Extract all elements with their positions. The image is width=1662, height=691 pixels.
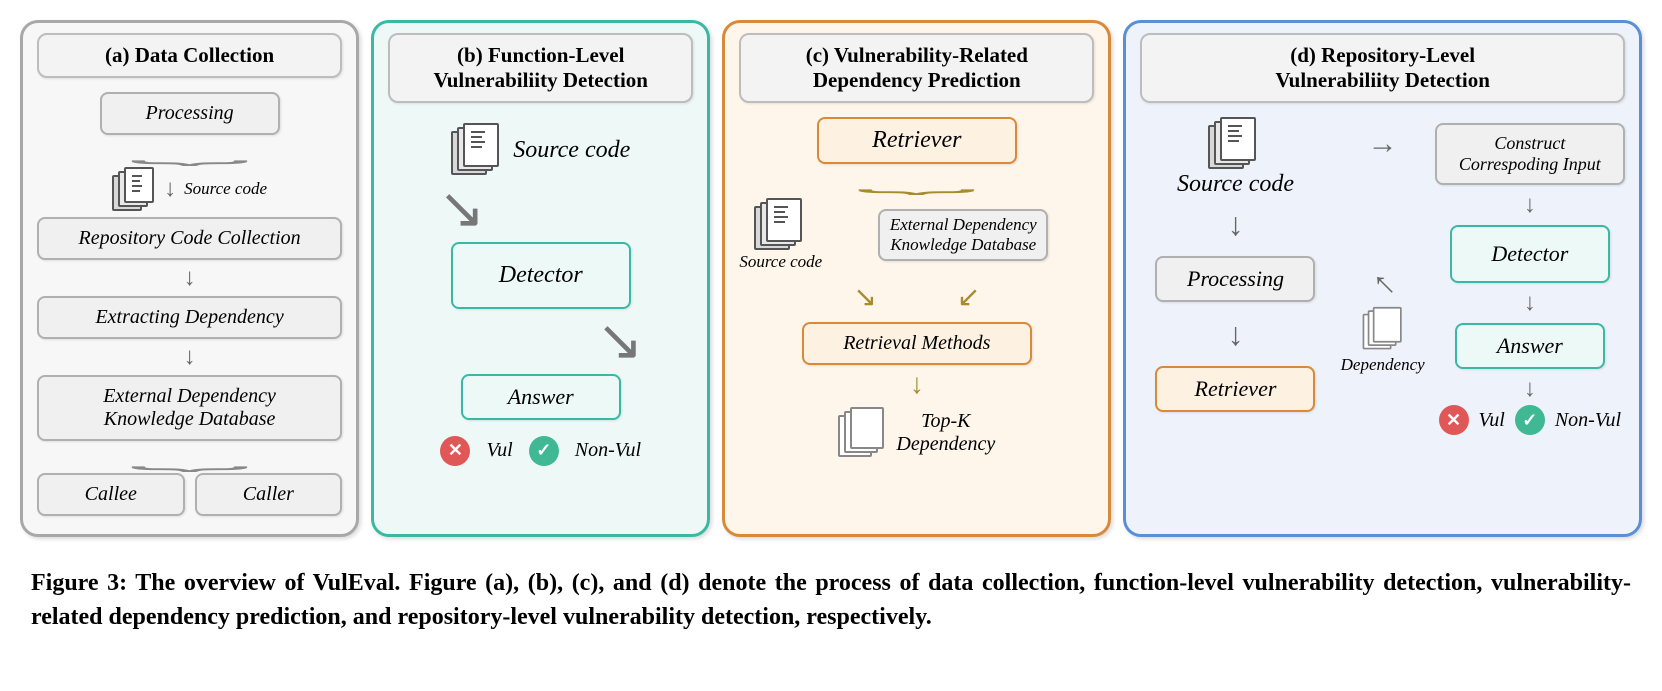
extracting-box: Extracting Dependency (37, 296, 342, 339)
panel-c-title: (c) Vulnerability-Related Dependency Pre… (739, 33, 1094, 103)
arrows-row: ↘ ↙ (739, 280, 1094, 314)
arrow-down-icon: ↓ (37, 345, 342, 369)
processing-box: Processing (100, 92, 280, 135)
retriever-box: Retriever (1155, 366, 1315, 412)
c-inputs-row: Source code External Dependency Knowledg… (739, 198, 1094, 272)
d-left-col: Source code ↓ Processing ↓ Retriever (1140, 117, 1330, 435)
dependency-label: Dependency (1341, 355, 1425, 375)
panel-a: (a) Data Collection Processing ⏟ ↓ Sourc… (20, 20, 359, 537)
vul-label: Vul (486, 439, 512, 462)
arrow-diag-icon: ↑ (1364, 264, 1402, 302)
curved-arrow-icon: ↘ (596, 319, 643, 364)
figure-caption: Figure 3: The overview of VulEval. Figur… (31, 567, 1631, 634)
panel-d-title: (d) Repository-Level Vulnerabiliity Dete… (1140, 33, 1625, 103)
repo-collection-box: Repository Code Collection (37, 217, 342, 260)
check-badge-icon: ✓ (529, 436, 559, 466)
arrow-down-icon: ↓ (1227, 208, 1243, 240)
caller-box: Caller (195, 473, 343, 516)
detector-box: Detector (1450, 225, 1610, 283)
close-badge-icon: ✕ (440, 436, 470, 466)
callee-caller-row: Callee Caller (37, 473, 342, 516)
panel-b: (b) Function-Level Vulnerabiliity Detect… (371, 20, 710, 537)
panel-c: (c) Vulnerability-Related Dependency Pre… (722, 20, 1111, 537)
arrow-down-icon: ↓ (1524, 193, 1536, 217)
nonvul-label: Non-Vul (575, 439, 641, 462)
vul-legend: ✕ Vul ✓ Non-Vul (440, 436, 641, 466)
check-badge-icon: ✓ (1515, 405, 1545, 435)
answer-box: Answer (461, 374, 621, 420)
arrow-down-icon: ↓ (37, 266, 342, 290)
document-stack-icon (1362, 307, 1403, 351)
panel-b-title: (b) Function-Level Vulnerabiliity Detect… (388, 33, 693, 103)
construct-box: Construct Correspoding Input (1435, 123, 1625, 185)
db-box: External Dependency Knowledge Database (37, 375, 342, 441)
document-stack-icon (1208, 117, 1262, 171)
db-box: External Dependency Knowledge Database (878, 209, 1048, 261)
arrow-right-icon: → (1368, 129, 1398, 159)
curved-arrow-icon: ↘ (438, 187, 485, 232)
document-stack-icon (754, 198, 808, 252)
arrow-down-icon: ↓ (1227, 318, 1243, 350)
arrow-down-icon: ↓ (1524, 291, 1536, 315)
vul-label: Vul (1479, 409, 1505, 432)
document-stack-icon (838, 407, 886, 459)
arrow-diag-icon: ↙ (957, 280, 980, 314)
panel-a-title: (a) Data Collection (37, 33, 342, 78)
nonvul-label: Non-Vul (1555, 409, 1621, 432)
vul-legend: ✕ Vul ✓ Non-Vul (1439, 405, 1622, 435)
retriever-box: Retriever (817, 117, 1017, 164)
callee-box: Callee (37, 473, 185, 516)
source-code-label: Source code (739, 252, 822, 272)
processing-box: Processing (1155, 256, 1315, 302)
topk-row: Top-K Dependency (739, 407, 1094, 459)
arrow-down-icon: ↓ (739, 371, 1094, 399)
topk-label: Top-K Dependency (896, 410, 995, 456)
figure-container: (a) Data Collection Processing ⏟ ↓ Sourc… (20, 20, 1642, 537)
detector-box: Detector (451, 242, 631, 309)
arrow-down-icon: ↓ (1524, 377, 1536, 401)
arrow-diag-icon: ↘ (853, 280, 876, 314)
source-code-label: Source code (1177, 171, 1294, 198)
answer-box: Answer (1455, 323, 1605, 369)
document-stack-icon (451, 123, 505, 177)
close-badge-icon: ✕ (1439, 405, 1469, 435)
source-code-row: Source code (451, 123, 630, 177)
methods-box: Retrieval Methods (802, 322, 1032, 365)
panel-d: (d) Repository-Level Vulnerabiliity Dete… (1123, 20, 1642, 537)
d-right-col: Construct Correspoding Input ↓ Detector … (1435, 117, 1625, 435)
source-code-label: Source code (513, 137, 630, 164)
